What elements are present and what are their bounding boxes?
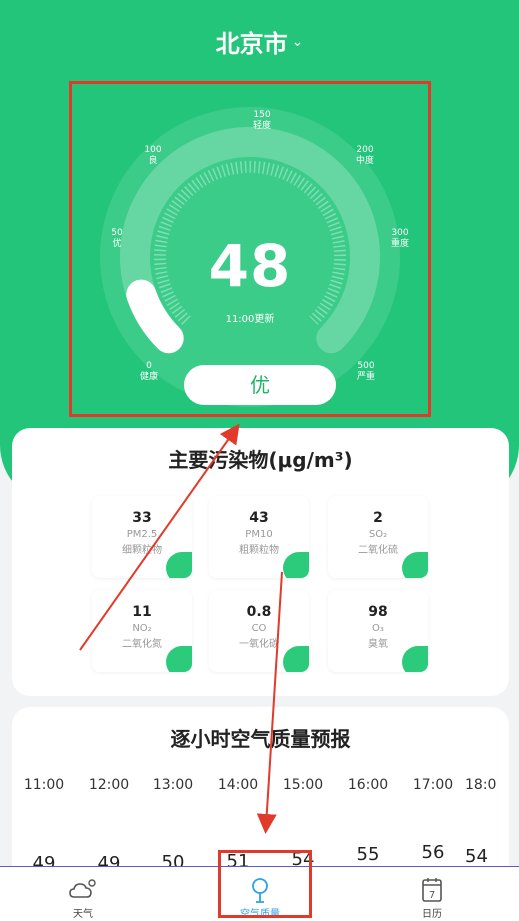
pollutant-pm25[interactable]: 33 PM2.5 细颗粒物 (92, 496, 192, 578)
hour-label: 15:00 (282, 777, 324, 793)
tab-calendar[interactable]: 7 日历 (387, 867, 477, 921)
forecast-value: 49 (97, 853, 121, 866)
hour-label: 18:0 (465, 777, 497, 793)
forecast-value: 56 (421, 842, 445, 863)
pollutant-no2[interactable]: 11 NO₂ 二氧化氮 (92, 590, 192, 672)
update-time: 11:00更新 (225, 314, 275, 325)
city-name: 北京市 (215, 30, 288, 58)
tick-500: 500 严重 (356, 361, 375, 382)
tick-100: 100 良 (144, 145, 162, 166)
forecast-value: 51 (226, 851, 250, 866)
tab-air-quality[interactable]: 空气质量 (215, 867, 305, 921)
hour-label: 17:00 (412, 777, 454, 793)
tab-weather[interactable]: 天气 (38, 867, 128, 921)
tick-0: 0 健康 (139, 361, 158, 382)
city-selector[interactable]: 北京市 ⌄ (0, 24, 519, 59)
hour-label: 14:00 (217, 777, 259, 793)
forecast-value: 54 (465, 846, 488, 867)
pollutant-pm10[interactable]: 43 PM10 粗颗粒物 (209, 496, 309, 578)
aqi-gauge: 48 11:00更新 优 0 健康 50 优 100 良 150 轻度 200 中度 30… (70, 82, 430, 415)
svg-text:7: 7 (429, 890, 435, 901)
forecast-value: 54 (291, 849, 315, 866)
pollutant-o3[interactable]: 98 O₃ 臭氧 (328, 590, 428, 672)
hour-label: 12:00 (88, 777, 130, 793)
leaf-icon (283, 646, 309, 672)
leaf-icon (283, 552, 309, 578)
pollutants-title: 主要污染物(μg/m³) (168, 448, 353, 472)
aqi-level-badge: 优 (184, 365, 336, 405)
forecast-value: 50 (161, 852, 185, 866)
tab-label: 空气质量 (240, 909, 280, 920)
tick-200: 200 中度 (355, 145, 374, 166)
air-quality-icon (252, 878, 268, 903)
forecast-title: 逐小时空气质量预报 (170, 727, 351, 751)
forecast-value: 55 (356, 844, 380, 865)
tick-300: 300 重度 (390, 228, 409, 249)
tab-label: 日历 (422, 909, 442, 920)
pollutant-co[interactable]: 0.8 CO 一氧化碳 (209, 590, 309, 672)
calendar-icon: 7 (422, 878, 442, 902)
chevron-down-icon: ⌄ (291, 34, 304, 50)
leaf-icon (166, 552, 192, 578)
hour-label: 13:00 (152, 777, 194, 793)
pollutants-card: 主要污染物(μg/m³) 33 PM2.5 细颗粒物 43 PM10 粗颗粒物 … (12, 428, 509, 696)
leaf-icon (402, 552, 428, 578)
hour-label: 11:00 (23, 777, 65, 793)
bottom-tab-bar: 天气 空气质量 7 日历 (0, 866, 519, 921)
tick-50: 50 优 (111, 228, 123, 249)
leaf-icon (402, 646, 428, 672)
leaf-icon (166, 646, 192, 672)
tick-150: 150 轻度 (252, 110, 271, 131)
tab-label: 天气 (73, 909, 93, 920)
cloud-icon (69, 879, 96, 898)
forecast-value: 49 (32, 853, 56, 866)
hour-label: 16:00 (347, 777, 389, 793)
pollutant-so2[interactable]: 2 SO₂ 二氧化硫 (328, 496, 428, 578)
